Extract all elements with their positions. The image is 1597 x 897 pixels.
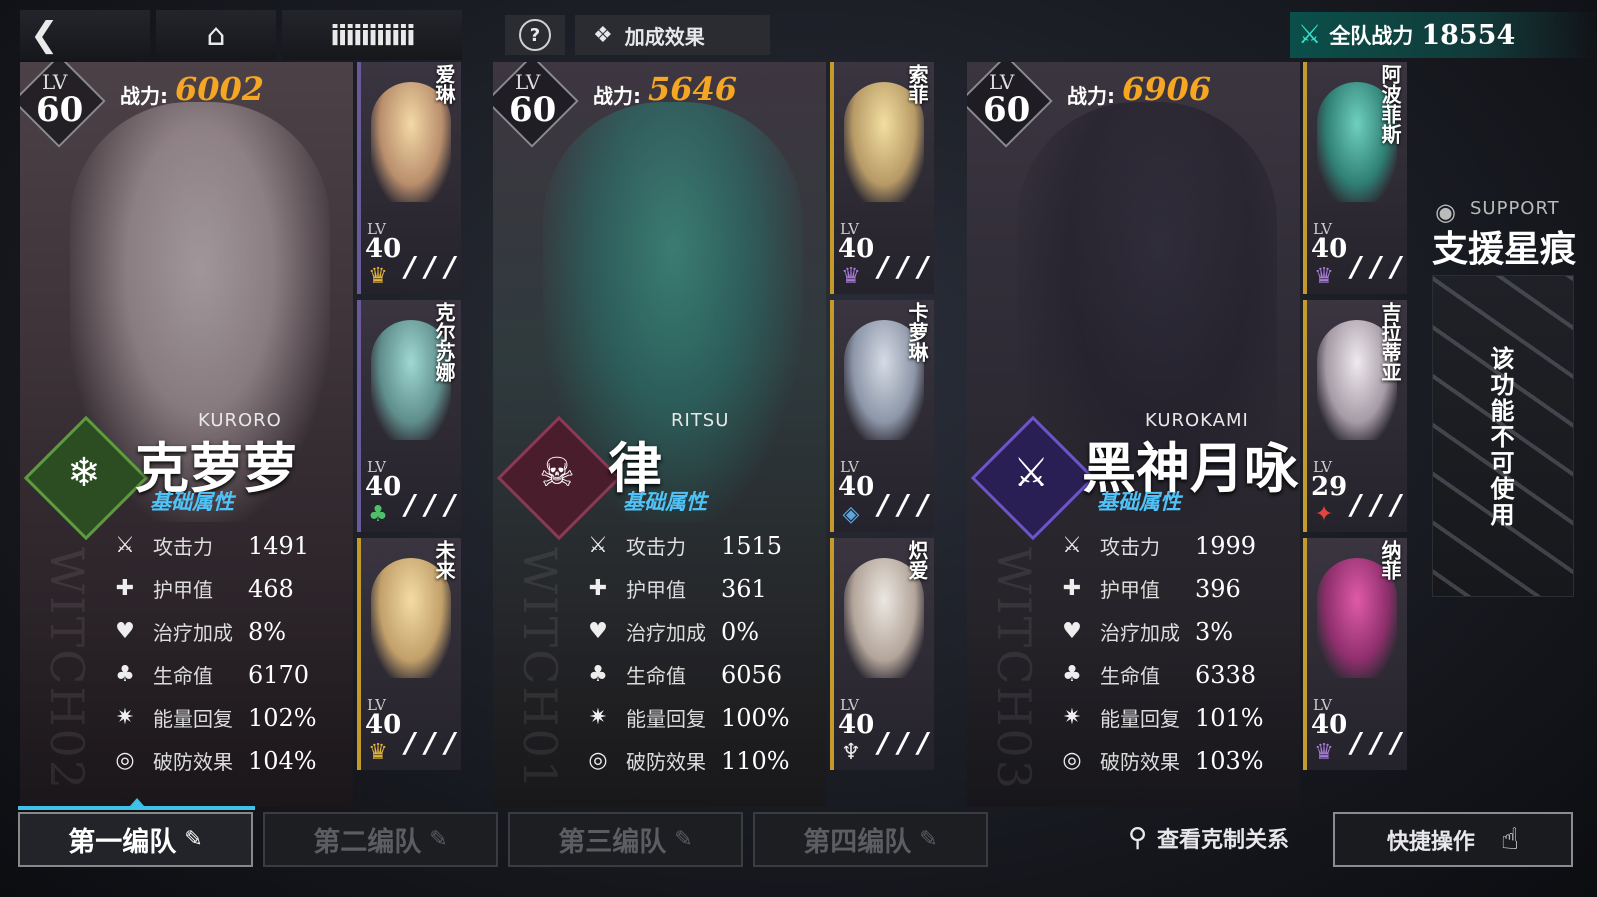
energy-icon: ✷ xyxy=(1062,705,1082,730)
armor-break-icon: ◎ xyxy=(115,748,135,773)
hand-pointer-icon: ☝ xyxy=(1500,822,1520,857)
class-icon: ♆ xyxy=(841,740,861,765)
rank-slashes: / / / xyxy=(878,488,929,521)
level-value: 60 xyxy=(509,90,557,130)
tab-team-2[interactable]: 第二编队 ✎ xyxy=(263,812,498,867)
rank-slashes: / / / xyxy=(405,488,456,521)
sub-member-slot[interactable]: 炽爱 LV 40 ♆ / / / xyxy=(830,538,934,770)
power-value: 6906 xyxy=(1122,70,1212,108)
heal-icon: ♥ xyxy=(1062,619,1082,644)
sub-member-slot[interactable]: 克尔苏娜 LV 40 ♣ / / / xyxy=(357,300,461,532)
bonus-effect-button[interactable]: ❖ 加成效果 xyxy=(575,15,770,55)
class-icon: ♛ xyxy=(841,264,861,289)
attack-icon: ⚔ xyxy=(588,533,608,558)
character-card-1[interactable]: WITCH02 LV 60 战力: 6002 KURORO ❄ 克萝萝 基础属性… xyxy=(20,62,353,807)
rank-slashes: / / / xyxy=(1351,488,1402,521)
class-icon: ◈ xyxy=(842,502,860,527)
class-icon: ♛ xyxy=(1314,740,1334,765)
level-value: 60 xyxy=(36,90,84,130)
home-button[interactable]: ⌂ xyxy=(156,10,276,60)
view-counter-relations-button[interactable]: ⚲ 查看克制关系 xyxy=(1128,813,1289,863)
rank-slashes: / / / xyxy=(405,250,456,283)
help-button[interactable]: ? xyxy=(505,15,565,55)
hp-icon: ♣ xyxy=(115,662,135,687)
team-tabs: 第一编队 ✎ 第二编队 ✎ 第三编队 ✎ 第四编队 ✎ xyxy=(18,812,988,867)
tab-team-3[interactable]: 第三编队 ✎ xyxy=(508,812,743,867)
tab-team-4[interactable]: 第四编队 ✎ xyxy=(753,812,988,867)
energy-icon: ✷ xyxy=(588,705,608,730)
armor-icon: ✚ xyxy=(588,576,608,601)
rank-slashes: / / / xyxy=(1351,250,1402,283)
armor-icon: ✚ xyxy=(1062,576,1082,601)
level-value: 60 xyxy=(983,90,1031,130)
stats-list: ⚔ 攻击力 1515 ✚ 护甲值 361 ♥ 治疗加成 0% ♣ 生命值 6056 ✷ 能量回复 1… xyxy=(578,524,790,782)
menu-button[interactable]: iiiiiiiiiii xyxy=(282,10,462,60)
hp-icon: ♣ xyxy=(588,662,608,687)
sub-member-slot[interactable]: 纳菲 LV 40 ♛ / / / xyxy=(1303,538,1407,770)
stats-list: ⚔ 攻击力 1491 ✚ 护甲值 468 ♥ 治疗加成 8% ♣ 生命值 6170 ✷ 能量回复 1… xyxy=(105,524,317,782)
back-arrow-icon: ❮ xyxy=(30,15,59,55)
energy-icon: ✷ xyxy=(115,705,135,730)
help-icon: ? xyxy=(519,19,551,51)
hp-icon: ♣ xyxy=(1062,662,1082,687)
sub-member-slot[interactable]: 吉拉蒂亚 LV 29 ✦ / / / xyxy=(1303,300,1407,532)
armor-break-icon: ◎ xyxy=(588,748,608,773)
edit-pencil-icon: ✎ xyxy=(919,827,938,852)
class-icon: ♛ xyxy=(368,740,388,765)
sub-member-slot[interactable]: 未来 LV 40 ♛ / / / xyxy=(357,538,461,770)
active-tab-indicator xyxy=(18,806,255,810)
attack-icon: ⚔ xyxy=(115,533,135,558)
character-roman-name: RITSU xyxy=(671,410,730,431)
home-icon: ⌂ xyxy=(206,17,226,53)
sub-member-slot[interactable]: 卡萝琳 LV 40 ◈ / / / xyxy=(830,300,934,532)
edit-pencil-icon[interactable]: ✎ xyxy=(184,827,202,852)
support-slot-locked[interactable]: 该功能不可使用 xyxy=(1432,275,1574,597)
edit-pencil-icon: ✎ xyxy=(429,827,448,852)
bonus-icon: ❖ xyxy=(593,22,613,48)
team-power-display: ⚔ 全队战力 18554 xyxy=(1290,12,1597,58)
crossed-swords-icon: ⚔ xyxy=(1298,20,1322,50)
sub-members-team-3: 阿波菲斯 LV 40 ♛ / / / 吉拉蒂亚 LV 29 ✦ / / / 纳菲… xyxy=(1303,62,1407,807)
class-icon: ♛ xyxy=(1314,264,1334,289)
class-icon: ✦ xyxy=(1314,502,1334,527)
character-card-3[interactable]: WITCH03 LV 60 战力: 6906 KUROKAMI ⚔ 黑神月咏 基… xyxy=(967,62,1300,807)
character-card-2[interactable]: WITCH01 LV 60 战力: 5646 RITSU ☠ 律 基础属性 ⚔ 攻… xyxy=(493,62,826,807)
rank-slashes: / / / xyxy=(878,250,929,283)
rank-slashes: / / / xyxy=(1351,726,1402,759)
armor-icon: ✚ xyxy=(115,576,135,601)
sub-member-slot[interactable]: 阿波菲斯 LV 40 ♛ / / / xyxy=(1303,62,1407,294)
class-icon: ♣ xyxy=(368,502,388,527)
rank-slashes: / / / xyxy=(878,726,929,759)
rank-slashes: / / / xyxy=(405,726,456,759)
sub-member-slot[interactable]: 爱琳 LV 40 ♛ / / / xyxy=(357,62,461,294)
power-value: 6002 xyxy=(175,70,265,108)
class-icon: ♛ xyxy=(368,264,388,289)
support-title: 支援星痕 xyxy=(1432,229,1577,270)
search-icon: ⚲ xyxy=(1128,823,1148,853)
top-bar: ❮ ⌂ iiiiiiiiiii xyxy=(20,10,462,60)
faction-emblem-icon: ❄ xyxy=(67,450,101,496)
heal-icon: ♥ xyxy=(115,619,135,644)
sub-member-slot[interactable]: 索菲 LV 40 ♛ / / / xyxy=(830,62,934,294)
basic-attributes-title: 基础属性 xyxy=(150,490,234,514)
stats-list: ⚔ 攻击力 1999 ✚ 护甲值 396 ♥ 治疗加成 3% ♣ 生命值 6338 ✷ 能量回复 1… xyxy=(1052,524,1264,782)
sub-members-team-1: 爱琳 LV 40 ♛ / / / 克尔苏娜 LV 40 ♣ / / / 未来 L… xyxy=(357,62,461,807)
faction-emblem-icon: ☠ xyxy=(539,450,575,496)
heal-icon: ♥ xyxy=(588,619,608,644)
armor-break-icon: ◎ xyxy=(1062,748,1082,773)
locked-message: 该功能不可使用 xyxy=(1486,346,1514,528)
basic-attributes-title: 基础属性 xyxy=(1097,490,1181,514)
power-value: 5646 xyxy=(648,70,738,108)
tab-team-1[interactable]: 第一编队 ✎ xyxy=(18,812,253,867)
attack-icon: ⚔ xyxy=(1062,533,1082,558)
back-button[interactable]: ❮ xyxy=(20,10,150,60)
faction-emblem-icon: ⚔ xyxy=(1013,450,1049,496)
quick-operations-button[interactable]: 快捷操作 ☝ xyxy=(1333,812,1573,867)
basic-attributes-title: 基础属性 xyxy=(623,490,707,514)
edit-pencil-icon: ✎ xyxy=(674,827,693,852)
sub-members-team-2: 索菲 LV 40 ♛ / / / 卡萝琳 LV 40 ◈ / / / 炽爱 LV… xyxy=(830,62,934,807)
active-tab-caret xyxy=(130,798,144,806)
